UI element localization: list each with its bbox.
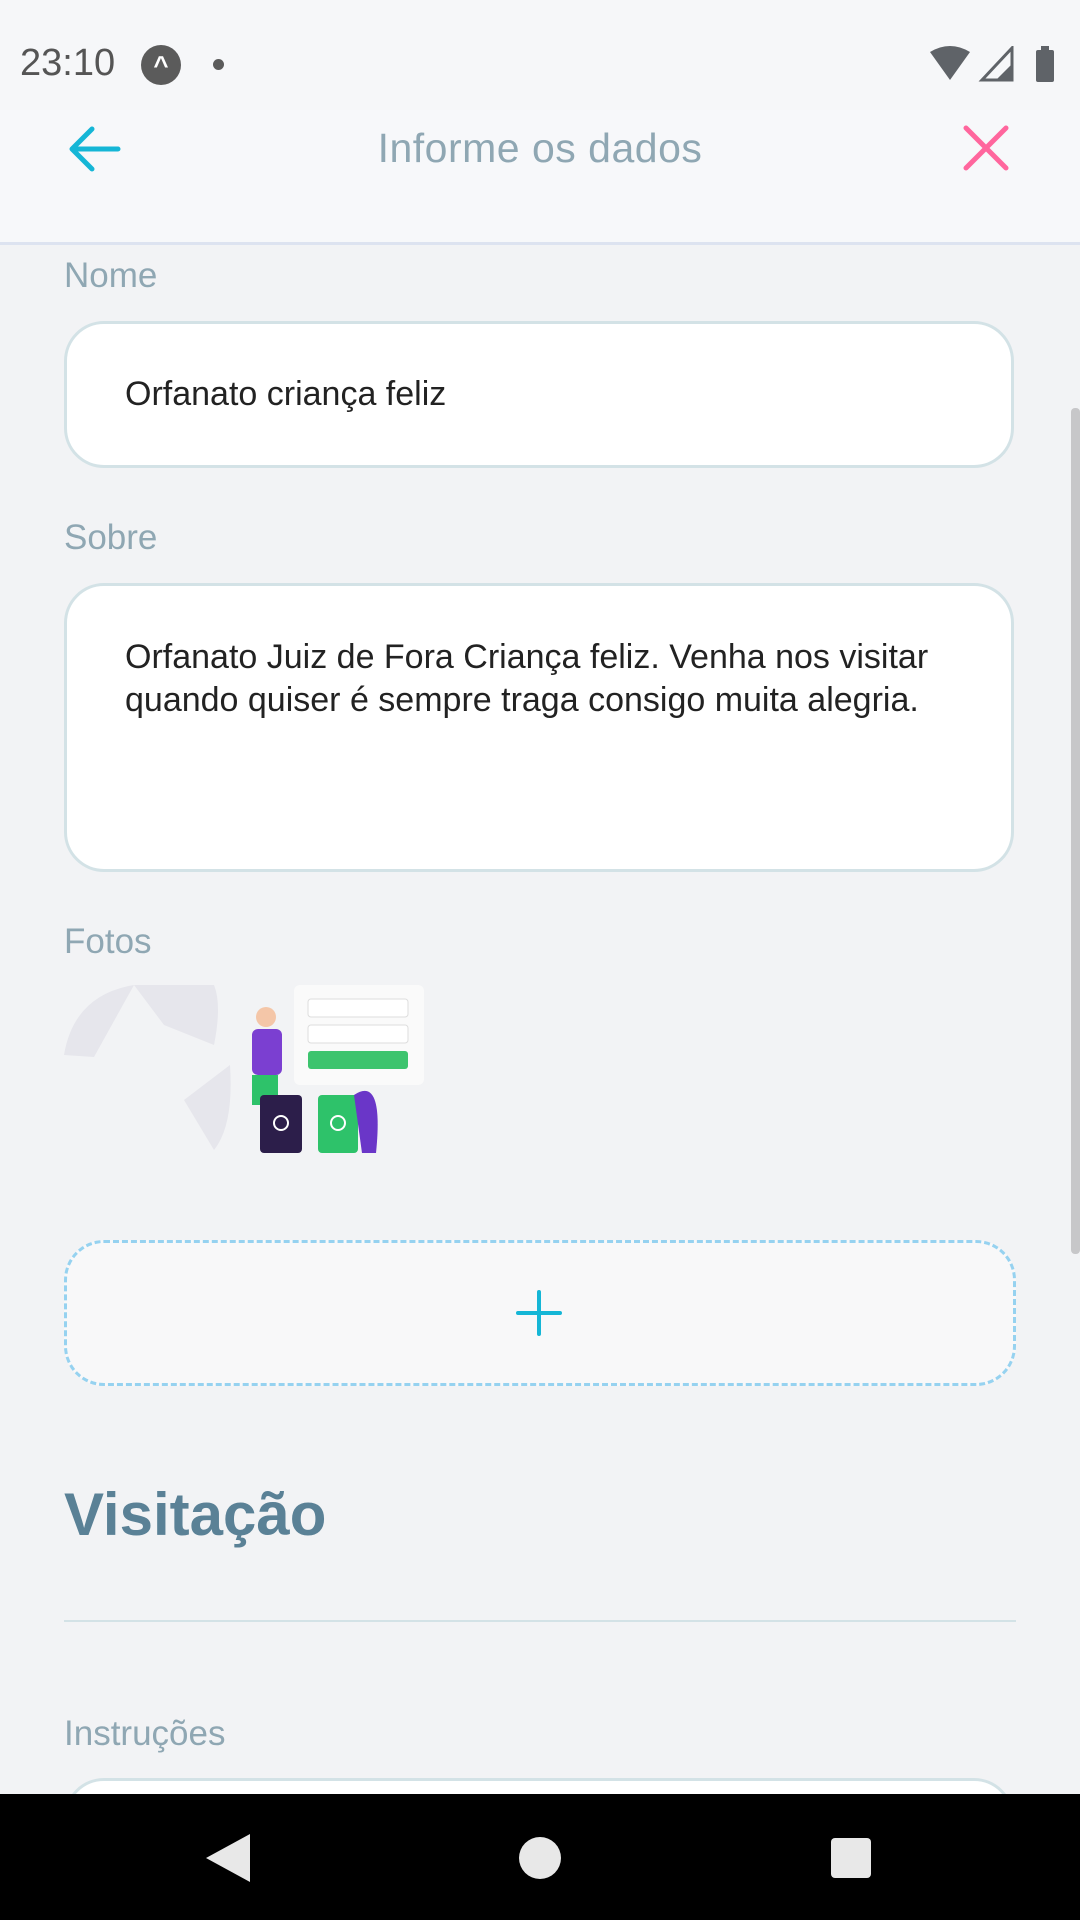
battery-icon xyxy=(1036,50,1054,82)
name-input[interactable]: Orfanato criança feliz xyxy=(64,321,1014,468)
notification-dot-icon xyxy=(213,59,224,70)
status-bar: 23:10 ^ xyxy=(0,0,1080,110)
uploaded-photo-thumbnail[interactable] xyxy=(64,985,424,1155)
nav-back-icon[interactable] xyxy=(206,1834,250,1882)
status-time: 23:10 xyxy=(20,42,116,84)
close-icon[interactable] xyxy=(962,124,1010,172)
section-title-visitation: Visitação xyxy=(64,1481,327,1548)
instructions-label: Instruções xyxy=(64,1714,226,1753)
about-textarea[interactable]: Orfanato Juiz de Fora Criança feliz. Ven… xyxy=(64,583,1014,872)
page-title: Informe os dados xyxy=(377,125,703,171)
wifi-icon xyxy=(930,46,970,80)
app-notification-icon: ^ xyxy=(141,45,181,85)
divider xyxy=(64,1620,1016,1622)
scrollbar[interactable] xyxy=(1071,408,1080,1254)
photos-label: Fotos xyxy=(64,922,152,961)
nav-recents-icon[interactable] xyxy=(831,1838,871,1878)
status-icons xyxy=(930,46,1054,82)
plus-icon xyxy=(516,1290,562,1336)
name-label: Nome xyxy=(64,256,158,295)
nav-home-icon[interactable] xyxy=(519,1837,561,1879)
about-label: Sobre xyxy=(64,518,158,557)
